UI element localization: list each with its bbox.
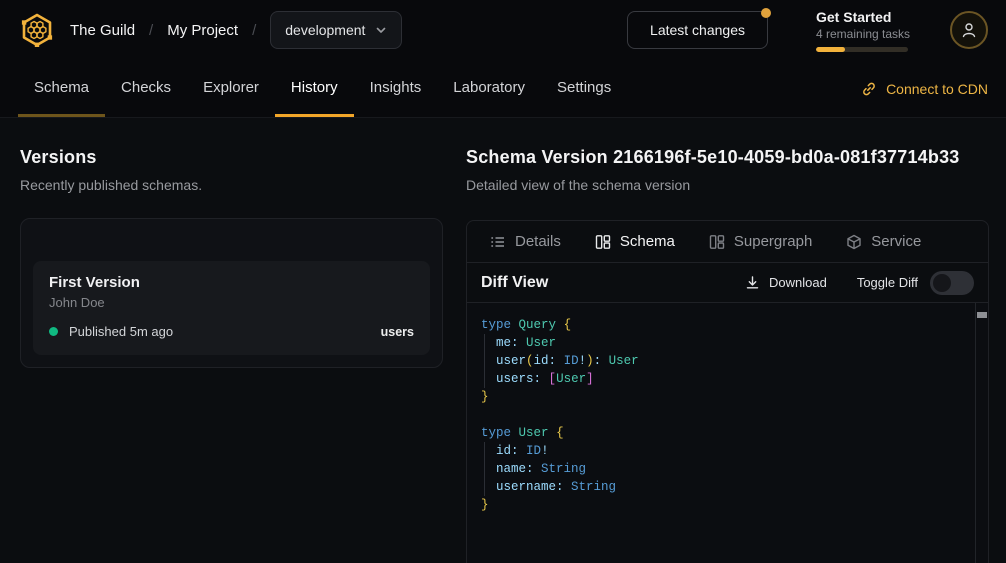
download-button[interactable]: Download	[745, 275, 827, 290]
latest-changes-button[interactable]: Latest changes	[627, 11, 768, 49]
version-name: First Version	[49, 274, 414, 291]
detail-tabs: Details Schema Supergr	[467, 221, 988, 263]
tab-details-label: Details	[515, 233, 561, 250]
get-started-progress-fill	[816, 47, 845, 52]
nav-tab-laboratory[interactable]: Laboratory	[437, 60, 541, 117]
version-status-text: Published 5m ago	[69, 324, 173, 339]
nav-tab-checks[interactable]: Checks	[105, 60, 187, 117]
breadcrumb-project[interactable]: My Project	[167, 22, 238, 39]
code-line: id: ID!	[481, 442, 962, 460]
version-author: John Doe	[49, 295, 414, 310]
indent-guide	[484, 334, 485, 352]
version-detail-panel: Schema Version 2166196f-5e10-4059-bd0a-0…	[466, 147, 989, 563]
get-started-widget[interactable]: Get Started 4 remaining tasks	[816, 9, 908, 52]
code-line: me: User	[481, 334, 962, 352]
schema-code-viewer[interactable]: type Query { me: User user(id: ID!): Use…	[467, 303, 988, 563]
person-icon	[960, 21, 978, 39]
tab-details[interactable]: Details	[490, 233, 561, 250]
version-status-row: Published 5m ago users	[49, 324, 414, 339]
tab-service-label: Service	[871, 233, 921, 250]
code-lines: type Query { me: User user(id: ID!): Use…	[481, 316, 962, 514]
code-line: type User {	[481, 424, 962, 442]
code-line: }	[481, 496, 962, 514]
indent-guide	[484, 370, 485, 388]
code-line: type Query {	[481, 316, 962, 334]
code-line	[481, 406, 962, 424]
link-icon	[861, 81, 877, 97]
schema-version-title: Schema Version 2166196f-5e10-4059-bd0a-0…	[466, 147, 989, 168]
columns-icon	[709, 234, 725, 250]
tab-supergraph[interactable]: Supergraph	[709, 233, 812, 250]
toggle-knob	[933, 274, 951, 292]
breadcrumb-separator: /	[149, 22, 153, 39]
latest-changes-label: Latest changes	[650, 22, 745, 38]
get-started-title: Get Started	[816, 9, 908, 25]
version-service-badge: users	[381, 325, 414, 339]
get-started-subtitle: 4 remaining tasks	[816, 27, 908, 41]
connect-to-cdn-link[interactable]: Connect to CDN	[861, 60, 988, 117]
nav-tab-insights[interactable]: Insights	[354, 60, 438, 117]
main-content: Versions Recently published schemas. Fir…	[0, 118, 1006, 563]
target-nav: Schema Checks Explorer History Insights …	[0, 60, 1006, 118]
published-status-dot	[49, 327, 58, 336]
notification-dot	[761, 8, 771, 18]
user-avatar[interactable]	[950, 11, 988, 49]
tab-service[interactable]: Service	[846, 233, 921, 250]
columns-icon	[595, 234, 611, 250]
indent-guide	[484, 460, 485, 478]
tab-supergraph-label: Supergraph	[734, 233, 812, 250]
code-line: username: String	[481, 478, 962, 496]
diff-toolbar: Diff View Download Toggle Diff	[467, 263, 988, 303]
app-header: The Guild / My Project / development Lat…	[0, 0, 1006, 60]
code-line: name: String	[481, 460, 962, 478]
target-selector-value: development	[285, 22, 365, 38]
schema-detail-card: Details Schema Supergr	[466, 220, 989, 563]
versions-title: Versions	[20, 147, 443, 168]
target-selector-dropdown[interactable]: development	[270, 11, 402, 49]
versions-panel: Versions Recently published schemas. Fir…	[20, 147, 443, 563]
code-line: user(id: ID!): User	[481, 352, 962, 370]
tab-schema[interactable]: Schema	[595, 233, 675, 250]
code-scrollbar-thumb[interactable]	[977, 312, 987, 318]
code-scrollbar[interactable]	[975, 303, 988, 563]
tab-schema-label: Schema	[620, 233, 675, 250]
nav-tab-explorer[interactable]: Explorer	[187, 60, 275, 117]
versions-list-card: First Version John Doe Published 5m ago …	[20, 218, 443, 368]
cube-icon	[846, 234, 862, 250]
get-started-progressbar	[816, 47, 908, 52]
download-icon	[745, 275, 760, 290]
breadcrumb-org[interactable]: The Guild	[70, 22, 135, 39]
schema-version-subtitle: Detailed view of the schema version	[466, 177, 989, 193]
diff-view-title: Diff View	[481, 274, 548, 292]
indent-guide	[484, 352, 485, 370]
version-list-item[interactable]: First Version John Doe Published 5m ago …	[33, 261, 430, 355]
nav-tab-schema[interactable]: Schema	[18, 60, 105, 117]
list-icon	[490, 234, 506, 250]
code-line: }	[481, 388, 962, 406]
indent-guide	[484, 442, 485, 460]
hive-logo-icon[interactable]	[18, 11, 56, 49]
nav-tab-settings[interactable]: Settings	[541, 60, 627, 117]
download-label: Download	[769, 275, 827, 290]
connect-to-cdn-label: Connect to CDN	[886, 81, 988, 97]
code-line: users: [User]	[481, 370, 962, 388]
toggle-diff-switch[interactable]	[930, 271, 974, 295]
nav-spacer	[627, 60, 861, 117]
toggle-diff-label: Toggle Diff	[857, 275, 918, 290]
versions-subtitle: Recently published schemas.	[20, 177, 443, 193]
breadcrumb-separator: /	[252, 22, 256, 39]
chevron-down-icon	[375, 24, 387, 36]
nav-tab-history[interactable]: History	[275, 60, 354, 117]
indent-guide	[484, 478, 485, 496]
